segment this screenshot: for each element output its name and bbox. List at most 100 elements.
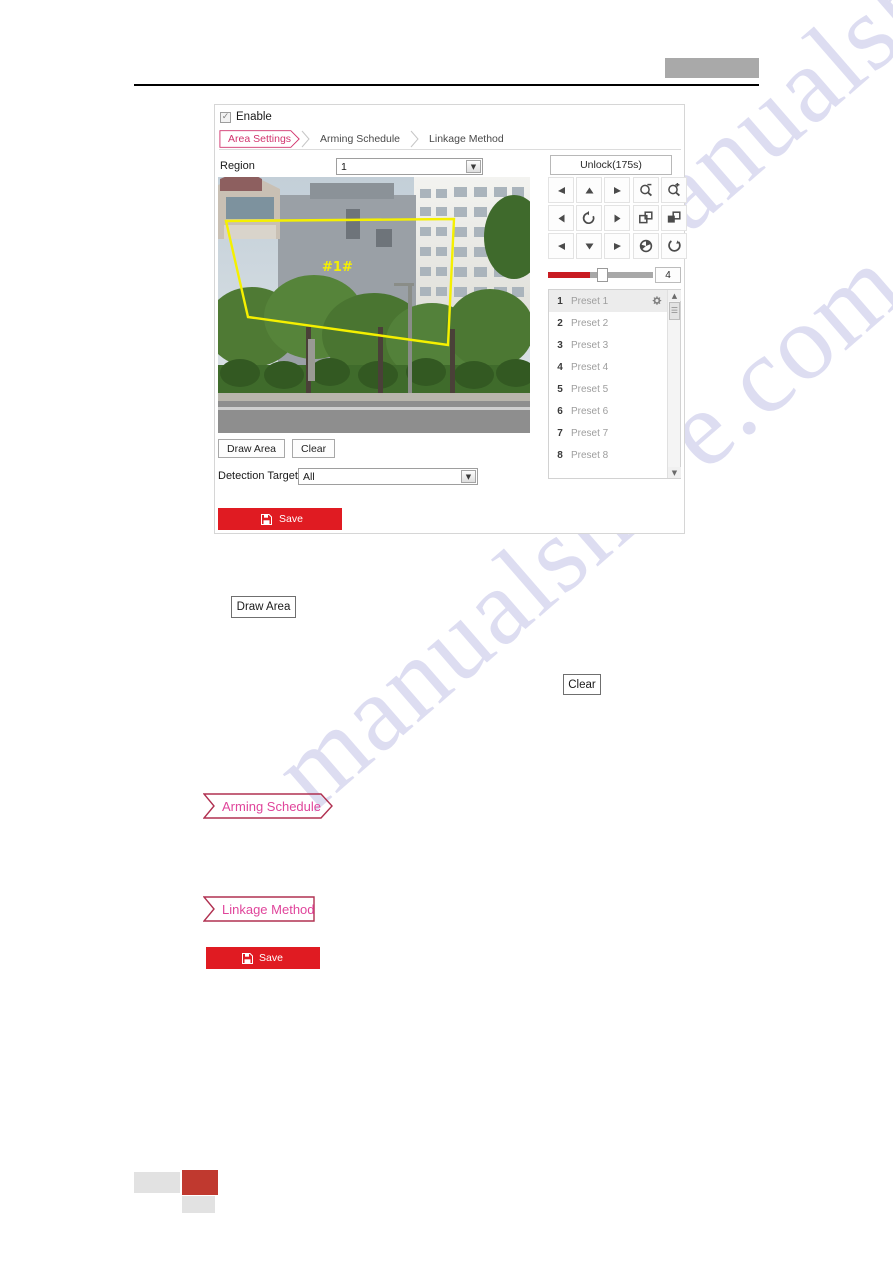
callout-label: Linkage Method — [222, 901, 315, 917]
arrow-down-icon — [585, 243, 593, 249]
preset-list: 1 Preset 1 2 Preset 2 3 Preset 3 4 Preset 4 5 Pre… — [549, 290, 667, 478]
scroll-down-icon[interactable]: ▼ — [668, 467, 681, 478]
preset-row[interactable]: 8 Preset 8 — [549, 444, 667, 466]
scrollbar-thumb[interactable]: ☰ — [669, 302, 680, 320]
ptz-lens-controls — [633, 177, 687, 259]
draw-area-button[interactable]: Draw Area — [218, 439, 286, 458]
ptz-left-button[interactable] — [548, 205, 574, 231]
header-redacted-block — [665, 58, 759, 78]
focus-near-icon — [639, 211, 653, 224]
preset-name: Preset 8 — [571, 449, 609, 461]
callout-clear-button[interactable]: Clear — [563, 674, 601, 695]
save-button-label: Save — [279, 513, 303, 525]
ptz-speed-value[interactable]: 4 — [655, 267, 681, 283]
preset-row[interactable]: 1 Preset 1 — [549, 290, 667, 312]
preset-name: Preset 4 — [571, 361, 609, 373]
header-divider — [134, 84, 759, 86]
preset-row[interactable]: 6 Preset 6 — [549, 400, 667, 422]
preset-name: Preset 1 — [571, 295, 609, 307]
floppy-disk-icon — [261, 513, 272, 525]
ptz-right-button[interactable] — [604, 205, 630, 231]
arrow-up-left-icon — [557, 186, 565, 194]
callout-label: Arming Schedule — [222, 798, 321, 814]
preset-row[interactable]: 2 Preset 2 — [549, 312, 667, 334]
preset-row[interactable]: 4 Preset 4 — [549, 356, 667, 378]
save-button[interactable]: Save — [218, 508, 342, 530]
detection-area-label: #1# — [322, 260, 353, 275]
footer-redacted-block-left — [134, 1172, 180, 1193]
ptz-control-panel: 4 1 Preset 1 2 Preset 2 3 Preset 3 4 Preset 45P… — [535, 177, 687, 507]
ptz-auto-scan-button[interactable] — [576, 205, 602, 231]
iris-close-icon — [639, 239, 653, 253]
arrow-down-right-icon — [613, 242, 621, 250]
arrow-left-icon — [558, 214, 564, 222]
ptz-up-right-button[interactable] — [604, 177, 630, 203]
detection-target-label: Detection Target — [218, 470, 298, 482]
preset-name: Preset 7 — [571, 427, 609, 439]
ptz-down-left-button[interactable] — [548, 233, 574, 259]
enable-checkbox-row[interactable]: ✓ Enable — [220, 111, 272, 123]
focus-near-button[interactable] — [633, 205, 659, 231]
preset-scrollbar[interactable]: ▲ ☰ ▼ — [667, 290, 681, 478]
region-select[interactable]: 1 ▼ — [336, 158, 483, 175]
tab-linkage-method[interactable]: Linkage Method — [420, 129, 513, 149]
ptz-down-right-button[interactable] — [604, 233, 630, 259]
callout-linkage-method-tab[interactable]: Linkage Method — [203, 896, 315, 922]
page-footer — [134, 1168, 264, 1214]
ptz-direction-pad — [548, 177, 630, 259]
region-row: Region 1 ▼ Unlock(175s) — [220, 155, 682, 176]
preset-row[interactable]: 5 Preset 5 — [549, 378, 667, 400]
clear-button[interactable]: Clear — [292, 439, 336, 458]
preset-name: Preset 2 — [571, 317, 609, 329]
video-frame: #1# — [218, 177, 530, 433]
live-video-preview[interactable]: #1# — [218, 177, 530, 433]
ptz-up-button[interactable] — [576, 177, 602, 203]
preset-row[interactable]: 7 Preset 7 — [549, 422, 667, 444]
preset-number: 8 — [557, 449, 563, 461]
preset-number: 5 — [557, 383, 563, 395]
preset-name: Preset 6 — [571, 405, 609, 417]
intrusion-detection-panel: ✓ Enable Area Settings Arming Schedule L… — [214, 104, 687, 534]
ptz-up-left-button[interactable] — [548, 177, 574, 203]
chevron-down-icon[interactable]: ▼ — [461, 470, 476, 483]
zoom-in-button[interactable] — [661, 177, 687, 203]
tab-area-settings[interactable]: Area Settings — [219, 129, 301, 149]
preset-name: Preset 5 — [571, 383, 609, 395]
arrow-up-right-icon — [613, 186, 621, 194]
focus-far-button[interactable] — [661, 205, 687, 231]
slider-handle[interactable] — [597, 268, 609, 282]
arrow-right-icon — [614, 214, 620, 222]
unlock-button[interactable]: Unlock(175s) — [550, 155, 672, 175]
scroll-up-icon[interactable]: ▲ — [668, 290, 681, 301]
callout-label: Save — [259, 952, 283, 964]
footer-redacted-block-bottom — [182, 1196, 215, 1213]
enable-checkbox[interactable]: ✓ — [220, 111, 231, 123]
footer-redacted-block-red — [182, 1170, 218, 1195]
tab-label: Arming Schedule — [320, 133, 401, 145]
preset-list-container: 1 Preset 1 2 Preset 2 3 Preset 3 4 Preset 4 5 Pre… — [548, 289, 681, 479]
ptz-speed-slider[interactable]: 4 — [548, 267, 681, 284]
tab-label: Linkage Method — [429, 133, 504, 145]
preset-row[interactable]: 3 Preset 3 — [549, 334, 667, 356]
gear-icon[interactable] — [651, 295, 662, 306]
iris-open-button[interactable] — [661, 233, 687, 259]
chevron-down-icon[interactable]: ▼ — [466, 160, 481, 173]
tab-arming-schedule[interactable]: Arming Schedule — [311, 129, 410, 149]
preset-name: Preset 3 — [571, 339, 609, 351]
tab-separator-chevron-icon — [409, 129, 420, 149]
detection-target-select[interactable]: All ▼ — [298, 468, 478, 485]
tab-separator-chevron-icon — [300, 129, 311, 149]
preset-number: 6 — [557, 405, 563, 417]
preset-number: 7 — [557, 427, 563, 439]
slider-fill — [548, 272, 590, 278]
callout-draw-area-button[interactable]: Draw Area — [231, 596, 296, 618]
draw-buttons-row: Draw Area Clear — [218, 439, 336, 458]
floppy-disk-icon — [242, 952, 253, 964]
iris-close-button[interactable] — [633, 233, 659, 259]
preset-number: 3 — [557, 339, 563, 351]
callout-arming-schedule-tab[interactable]: Arming Schedule — [203, 793, 333, 819]
ptz-down-button[interactable] — [576, 233, 602, 259]
zoom-out-button[interactable] — [633, 177, 659, 203]
tab-label: Area Settings — [228, 133, 292, 145]
callout-save-button[interactable]: Save — [206, 947, 320, 969]
